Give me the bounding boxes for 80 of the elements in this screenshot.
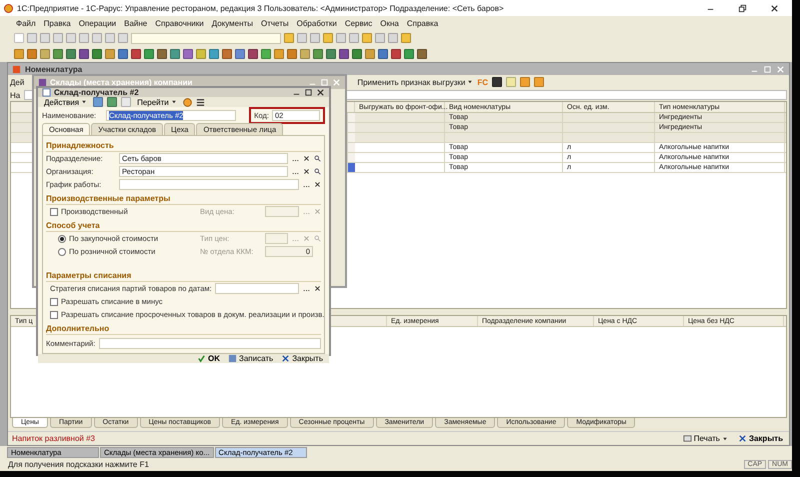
menu-item[interactable]: Сервис xyxy=(344,18,372,28)
apply-export-flag-button[interactable]: Применить признак выгрузки xyxy=(357,78,474,86)
menu-item[interactable]: Файл xyxy=(16,18,36,28)
checkbox[interactable] xyxy=(50,298,58,306)
search-icon xyxy=(314,235,320,242)
dialog-title: Склад-получатель #2 xyxy=(54,88,140,97)
ok-button[interactable]: OK xyxy=(195,354,222,363)
save-button[interactable]: Записать xyxy=(226,354,276,363)
input-field[interactable] xyxy=(119,179,299,190)
row-marker[interactable] xyxy=(348,113,355,122)
clear-button[interactable] xyxy=(302,154,310,163)
menu-item[interactable]: Окна xyxy=(380,18,399,28)
print-icon xyxy=(682,434,692,443)
ok-icon xyxy=(197,354,206,363)
window-icon xyxy=(12,64,21,74)
input-field[interactable] xyxy=(214,283,299,294)
section-title: Параметры списания xyxy=(46,270,321,282)
search-button[interactable] xyxy=(313,154,321,163)
section-title: Способ учета xyxy=(46,220,321,232)
close-icon xyxy=(281,354,290,363)
clear-icon xyxy=(302,155,310,162)
filter-label: На xyxy=(10,90,20,100)
clear-icon xyxy=(314,181,320,188)
actions-menu[interactable]: Действия xyxy=(42,98,90,106)
window-title: 1С:Предприятие - 1С-Рарус: Управление рестораном, редакция 3 Пользователь: <Администратор> Подразделение: <Сеть баров> xyxy=(17,4,505,12)
restore-icon[interactable] xyxy=(763,64,772,74)
section-title: Дополнительно xyxy=(46,323,321,335)
restore-icon xyxy=(738,4,746,12)
app-logo-icon xyxy=(4,4,13,12)
search-icon xyxy=(314,155,320,162)
item-name: Напиток разливной #3 xyxy=(12,434,96,443)
radio-button[interactable] xyxy=(58,248,66,256)
actions-menu[interactable]: Дей xyxy=(10,78,24,86)
close-button[interactable]: Закрыть xyxy=(736,434,785,443)
caret-icon xyxy=(467,79,474,85)
menu-item[interactable]: Правка xyxy=(44,18,71,28)
status-hint: Для получения подсказки нажмите F1 xyxy=(8,460,150,469)
window-title: Склады (места хранения) компании xyxy=(50,78,194,87)
comment-field[interactable] xyxy=(99,338,321,348)
goto-menu[interactable]: Перейти xyxy=(135,98,179,106)
menu-item[interactable]: Обработки xyxy=(296,18,337,28)
close-icon xyxy=(770,4,778,12)
menu-item[interactable]: Справка xyxy=(406,18,438,28)
close-icon[interactable] xyxy=(316,88,325,97)
row-marker[interactable] xyxy=(348,163,355,172)
section-title: Производственные параметры xyxy=(46,193,321,205)
toolbar-icon[interactable] xyxy=(93,97,104,107)
toolbar-icon[interactable] xyxy=(107,97,118,107)
close-button[interactable]: Закрыть xyxy=(279,354,325,363)
caret-icon xyxy=(722,436,728,442)
clear-button[interactable] xyxy=(313,284,321,293)
save-icon xyxy=(228,354,237,363)
clear-button[interactable] xyxy=(302,167,310,176)
row-marker[interactable] xyxy=(348,153,355,162)
clear-button[interactable] xyxy=(313,180,321,189)
menu-item[interactable]: Отчеты xyxy=(260,18,289,28)
toolbar-icon[interactable] xyxy=(121,97,132,107)
checkbox[interactable] xyxy=(50,310,58,318)
help-icon[interactable] xyxy=(182,98,192,106)
row-marker[interactable] xyxy=(348,133,355,142)
checkbox[interactable] xyxy=(50,208,58,216)
clear-icon xyxy=(314,285,320,292)
search-field[interactable] xyxy=(131,32,281,44)
row-marker[interactable] xyxy=(348,123,355,132)
clear-icon xyxy=(314,208,320,215)
print-button[interactable]: Печать xyxy=(680,434,730,443)
menu-item[interactable]: Документы xyxy=(212,18,253,28)
search-button[interactable] xyxy=(313,167,321,176)
row-marker[interactable] xyxy=(348,143,355,152)
radio-button[interactable] xyxy=(58,234,66,242)
clear-icon xyxy=(302,168,310,175)
menu-item[interactable]: Операции xyxy=(78,18,116,28)
section-title: Принадлежность xyxy=(46,140,321,152)
close-icon xyxy=(738,434,747,443)
menu-item[interactable]: Справочники xyxy=(155,18,204,28)
list-icon[interactable] xyxy=(196,98,205,106)
menu-item[interactable]: Вайне xyxy=(124,18,148,28)
clear-icon xyxy=(302,235,310,242)
window-title: Номенклатура xyxy=(25,64,84,74)
search-icon xyxy=(314,168,320,175)
